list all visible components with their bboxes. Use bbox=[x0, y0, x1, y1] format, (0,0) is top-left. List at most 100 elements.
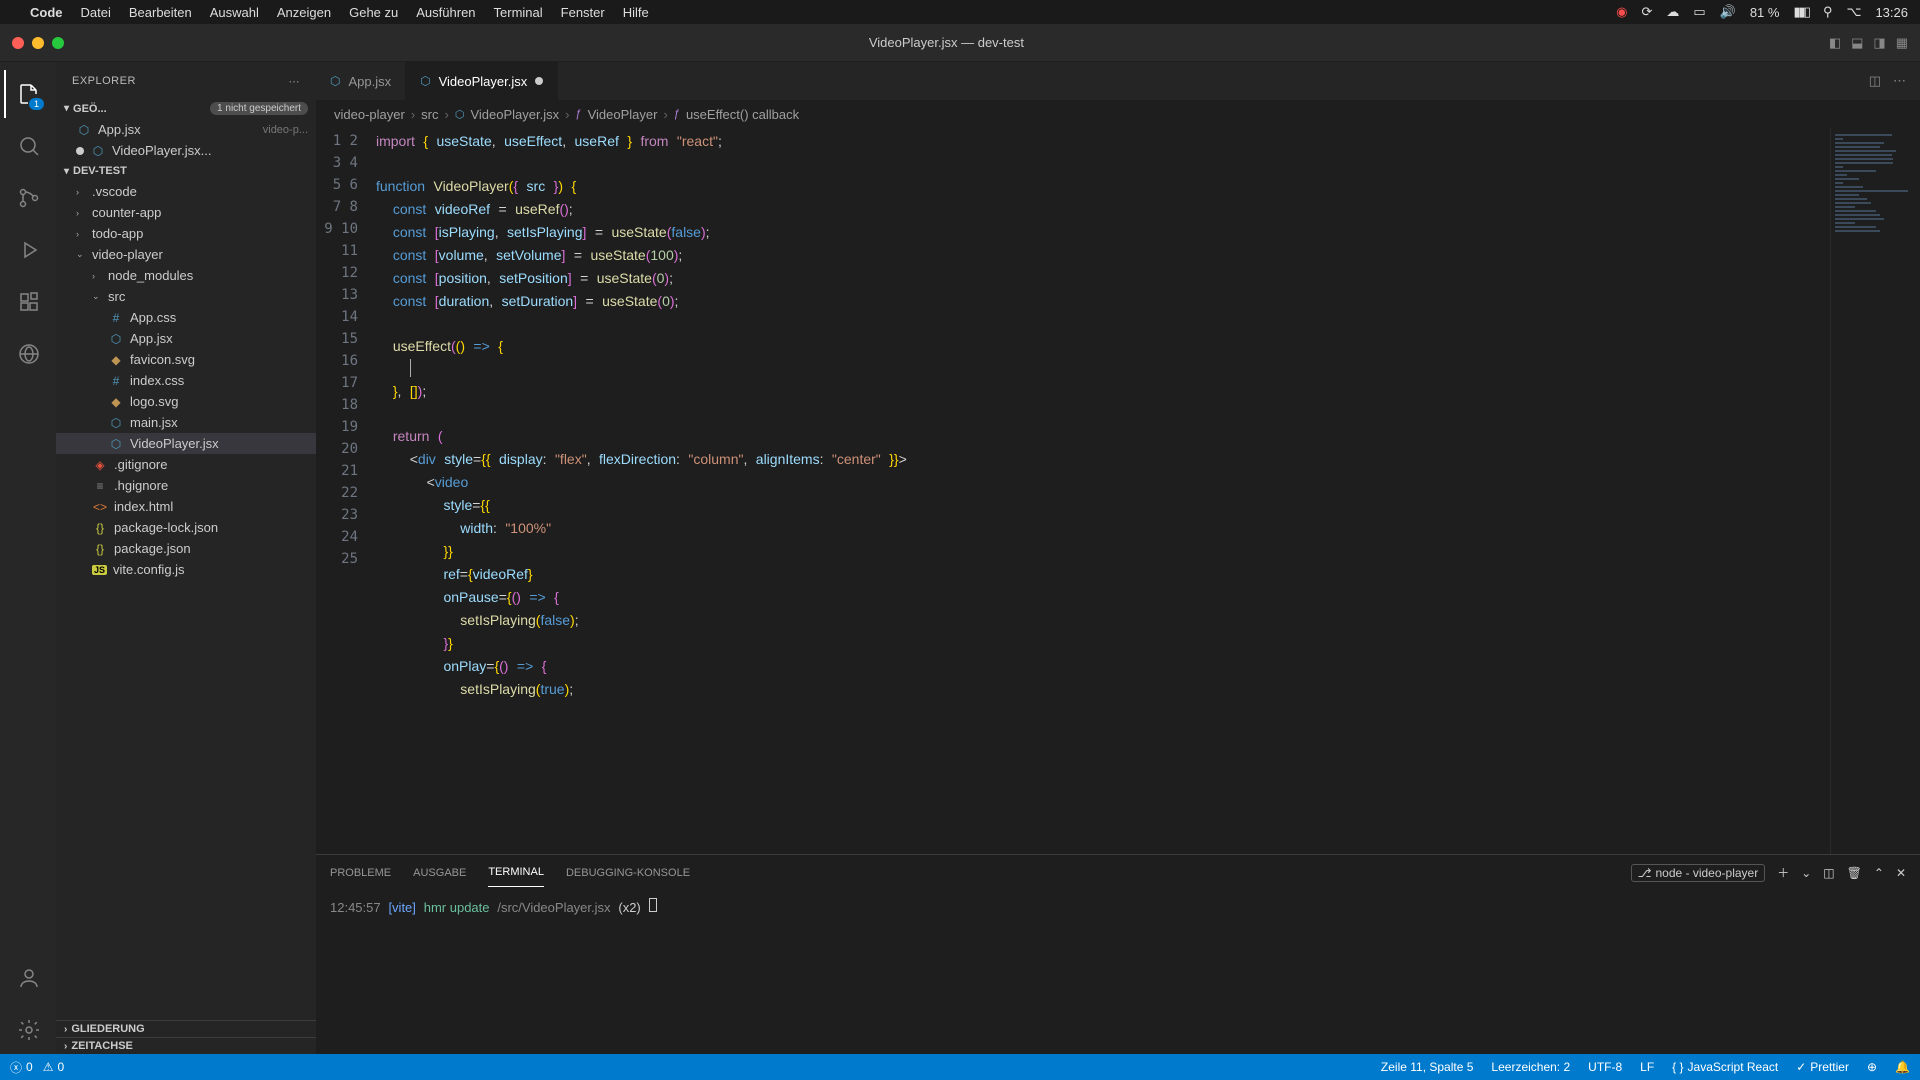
menubar-item[interactable]: Anzeigen bbox=[277, 5, 331, 20]
open-editor-item[interactable]: ⬡ VideoPlayer.jsx... bbox=[56, 140, 316, 161]
folder-item[interactable]: ›todo-app bbox=[56, 223, 316, 244]
breadcrumb[interactable]: video-player› src› ⬡VideoPlayer.jsx› ƒVi… bbox=[316, 100, 1920, 128]
cloud-icon[interactable]: ☁ bbox=[1666, 4, 1679, 20]
folder-item[interactable]: ›counter-app bbox=[56, 202, 316, 223]
activity-remote[interactable] bbox=[4, 330, 52, 378]
explorer-badge: 1 bbox=[29, 98, 44, 110]
menubar-item[interactable]: Gehe zu bbox=[349, 5, 398, 20]
file-item[interactable]: ◆favicon.svg bbox=[56, 349, 316, 370]
timeline-header[interactable]: ›ZEITACHSE bbox=[56, 1037, 316, 1054]
file-item[interactable]: ◈.gitignore bbox=[56, 454, 316, 475]
folder-item[interactable]: ›.vscode bbox=[56, 181, 316, 202]
dirty-indicator bbox=[535, 77, 543, 85]
activity-account[interactable] bbox=[4, 954, 52, 1002]
activity-debug[interactable] bbox=[4, 226, 52, 274]
minimize-button[interactable] bbox=[32, 37, 44, 49]
open-editor-item[interactable]: ⬡ App.jsx video-p... bbox=[56, 119, 316, 140]
tab-label: VideoPlayer.jsx bbox=[439, 74, 528, 89]
menubar-item[interactable]: Hilfe bbox=[623, 5, 649, 20]
file-item[interactable]: ⬡VideoPlayer.jsx bbox=[56, 433, 316, 454]
file-item[interactable]: ≡.hgignore bbox=[56, 475, 316, 496]
status-cursor[interactable]: Zeile 11, Spalte 5 bbox=[1381, 1060, 1474, 1074]
file-item[interactable]: {}package-lock.json bbox=[56, 517, 316, 538]
file-item[interactable]: JSvite.config.js bbox=[56, 559, 316, 580]
explorer-more-icon[interactable]: ⋯ bbox=[289, 75, 301, 88]
clock[interactable]: 13:26 bbox=[1875, 5, 1908, 20]
code-content[interactable]: import { useState, useEffect, useRef } f… bbox=[376, 128, 1830, 854]
panel-left-icon[interactable]: ◧ bbox=[1829, 35, 1841, 51]
display-icon[interactable]: ▭ bbox=[1693, 4, 1705, 20]
minimap[interactable] bbox=[1830, 128, 1920, 854]
tab-videoplayer[interactable]: ⬡ VideoPlayer.jsx bbox=[406, 62, 558, 100]
activity-settings[interactable] bbox=[4, 1006, 52, 1054]
menubar-item[interactable]: Fenster bbox=[561, 5, 605, 20]
file-icon: ≡ bbox=[92, 479, 108, 493]
menubar-item[interactable]: Auswahl bbox=[210, 5, 259, 20]
kill-terminal-icon[interactable]: 🗑 bbox=[1847, 866, 1862, 880]
check-icon: ✓ bbox=[1796, 1060, 1806, 1074]
record-icon[interactable]: ◉ bbox=[1616, 4, 1627, 20]
status-encoding[interactable]: UTF-8 bbox=[1588, 1060, 1622, 1074]
file-item[interactable]: {}package.json bbox=[56, 538, 316, 559]
folder-item[interactable]: ⌄video-player bbox=[56, 244, 316, 265]
breadcrumb-item[interactable]: src bbox=[421, 107, 438, 122]
status-errors[interactable]: ⓧ0 bbox=[10, 1059, 33, 1076]
activity-extensions[interactable] bbox=[4, 278, 52, 326]
battery-icon[interactable]: ▮▮▯ bbox=[1793, 4, 1808, 20]
status-prettier[interactable]: ✓Prettier bbox=[1796, 1060, 1849, 1074]
status-spaces[interactable]: Leerzeichen: 2 bbox=[1491, 1060, 1570, 1074]
file-item[interactable]: <>index.html bbox=[56, 496, 316, 517]
tab-app[interactable]: ⬡ App.jsx bbox=[316, 62, 406, 100]
close-button[interactable] bbox=[12, 37, 24, 49]
wifi-icon[interactable]: ⚲ bbox=[1823, 4, 1833, 20]
workspace-header[interactable]: ▾ DEV-TEST bbox=[56, 163, 316, 179]
menubar-item[interactable]: Datei bbox=[81, 5, 111, 20]
file-item[interactable]: #index.css bbox=[56, 370, 316, 391]
activity-search[interactable] bbox=[4, 122, 52, 170]
volume-icon[interactable]: 🔊 bbox=[1720, 4, 1736, 20]
folder-item[interactable]: ⌄src bbox=[56, 286, 316, 307]
menubar-item[interactable]: Ausführen bbox=[416, 5, 475, 20]
panel-tab-probleme[interactable]: PROBLEME bbox=[330, 859, 391, 887]
control-center-icon[interactable]: ⌥ bbox=[1846, 4, 1861, 20]
folder-item[interactable]: ›node_modules bbox=[56, 265, 316, 286]
panel-tab-debug[interactable]: DEBUGGING-KONSOLE bbox=[566, 859, 690, 887]
activity-scm[interactable] bbox=[4, 174, 52, 222]
breadcrumb-item[interactable]: VideoPlayer bbox=[588, 107, 658, 122]
file-item[interactable]: #App.css bbox=[56, 307, 316, 328]
new-terminal-icon[interactable]: ＋ bbox=[1777, 864, 1789, 881]
maximize-button[interactable] bbox=[52, 37, 64, 49]
panel-right-icon[interactable]: ◨ bbox=[1873, 35, 1885, 51]
status-feedback-icon[interactable]: ⊕ bbox=[1867, 1060, 1877, 1074]
status-warnings[interactable]: ⚠0 bbox=[43, 1060, 64, 1074]
panel-tab-terminal[interactable]: TERMINAL bbox=[488, 858, 544, 887]
terminal-task[interactable]: ⎇node - video-player bbox=[1631, 864, 1766, 882]
terminal-body[interactable]: 12:45:57 [vite] hmr update /src/VideoPla… bbox=[316, 890, 1920, 1054]
panel-bottom-icon[interactable]: ⬓ bbox=[1851, 35, 1863, 51]
split-editor-icon[interactable]: ◫ bbox=[1869, 73, 1881, 89]
status-lang[interactable]: { }JavaScript React bbox=[1672, 1060, 1778, 1074]
menubar-item[interactable]: Bearbeiten bbox=[129, 5, 192, 20]
split-terminal-icon[interactable]: ◫ bbox=[1823, 866, 1834, 880]
file-item[interactable]: ⬡main.jsx bbox=[56, 412, 316, 433]
activity-explorer[interactable]: 1 bbox=[4, 70, 52, 118]
layout-icon[interactable]: ▦ bbox=[1896, 35, 1908, 51]
file-item[interactable]: ◆logo.svg bbox=[56, 391, 316, 412]
file-item[interactable]: ⬡App.jsx bbox=[56, 328, 316, 349]
panel-tab-ausgabe[interactable]: AUSGABE bbox=[413, 859, 466, 887]
terminal-dropdown-icon[interactable]: ⌄ bbox=[1801, 866, 1811, 880]
open-editors-header[interactable]: ▾ GEÖ... 1 nicht gespeichert bbox=[56, 100, 316, 117]
menubar-item[interactable]: Terminal bbox=[494, 5, 543, 20]
sync-icon[interactable]: ⟳ bbox=[1641, 4, 1652, 20]
panel-close-icon[interactable]: ✕ bbox=[1896, 866, 1906, 880]
status-eol[interactable]: LF bbox=[1640, 1060, 1654, 1074]
breadcrumb-item[interactable]: VideoPlayer.jsx bbox=[470, 107, 559, 122]
status-bell-icon[interactable]: 🔔 bbox=[1895, 1060, 1910, 1074]
code-editor[interactable]: 1 2 3 4 5 6 7 8 9 10 11 12 13 14 15 16 1… bbox=[316, 128, 1920, 854]
menubar-app[interactable]: Code bbox=[30, 5, 63, 20]
breadcrumb-item[interactable]: video-player bbox=[334, 107, 405, 122]
outline-header[interactable]: ›GLIEDERUNG bbox=[56, 1020, 316, 1037]
more-icon[interactable]: ⋯ bbox=[1893, 73, 1906, 89]
breadcrumb-item[interactable]: useEffect() callback bbox=[686, 107, 799, 122]
panel-chevron-up-icon[interactable]: ⌃ bbox=[1874, 866, 1884, 880]
